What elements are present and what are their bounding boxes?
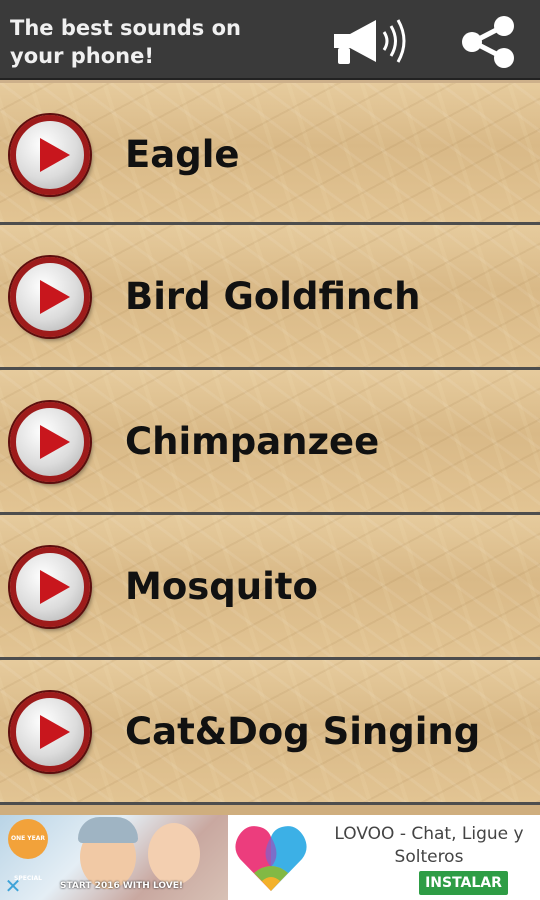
sound-row[interactable]: Cat&Dog Singing — [0, 660, 540, 805]
ad-photo[interactable]: ONE YEAR SPECIAL START 2016 WITH LOVE! — [0, 815, 228, 900]
play-icon[interactable] — [10, 402, 90, 482]
share-icon[interactable] — [458, 12, 518, 72]
play-icon[interactable] — [10, 547, 90, 627]
sound-label: Bird Goldfinch — [125, 275, 421, 318]
ad-person-image — [148, 823, 200, 885]
install-button[interactable]: INSTALAR — [419, 871, 508, 895]
sound-label: Mosquito — [125, 565, 318, 608]
play-icon[interactable] — [10, 257, 90, 337]
megaphone-icon[interactable] — [328, 14, 412, 70]
play-icon[interactable] — [10, 692, 90, 772]
app-title: The best sounds on your phone! — [10, 16, 241, 68]
sound-list: Eagle Bird Goldfinch Chimpanzee Mosquito… — [0, 80, 540, 810]
ad-person-hat — [78, 817, 138, 843]
sound-row[interactable]: Bird Goldfinch — [0, 225, 540, 370]
ad-promo-text: START 2016 WITH LOVE! — [60, 881, 183, 891]
play-icon[interactable] — [10, 115, 90, 195]
close-icon[interactable]: ✕ — [2, 875, 24, 897]
ad-badge: ONE YEAR SPECIAL — [8, 819, 48, 882]
sound-row[interactable]: Mosquito — [0, 515, 540, 660]
sound-row[interactable]: Eagle — [0, 80, 540, 225]
sound-label: Cat&Dog Singing — [125, 710, 481, 753]
ad-title: LOVOO - Chat, Ligue y Solteros — [334, 824, 524, 867]
app-toolbar: The best sounds on your phone! — [0, 0, 540, 80]
sound-row[interactable]: Chimpanzee — [0, 370, 540, 515]
lovoo-logo — [230, 815, 312, 900]
sound-label: Chimpanzee — [125, 420, 380, 463]
ad-banner[interactable]: ONE YEAR SPECIAL START 2016 WITH LOVE! ✕… — [0, 815, 540, 900]
sound-label: Eagle — [125, 133, 240, 176]
